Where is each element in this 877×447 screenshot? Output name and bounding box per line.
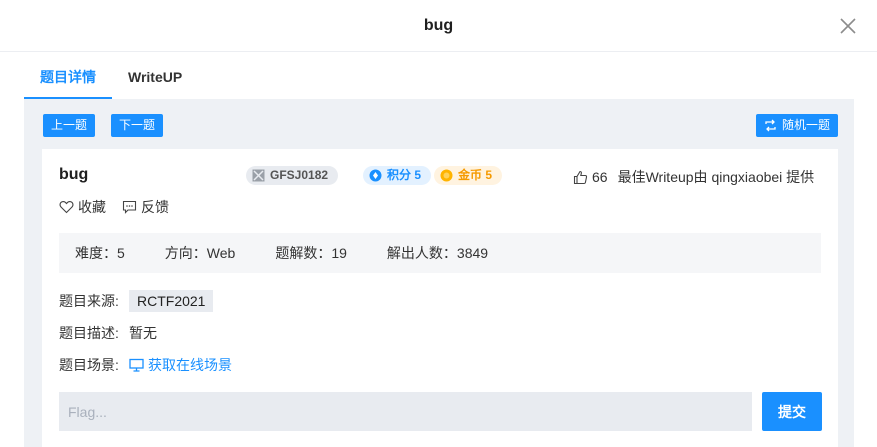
heart-icon <box>59 201 74 214</box>
source-row: 题目来源: RCTF2021 <box>59 290 214 312</box>
coins-label: 金币 5 <box>458 168 493 182</box>
writeup-credit: 最佳Writeup由 qingxiaobei 提供 <box>617 169 815 185</box>
direction-stat: 方向：Web <box>164 245 236 261</box>
tab-bar: 题目详情 WriteUP <box>24 52 212 99</box>
likes-count: 66 <box>592 169 608 185</box>
submit-button[interactable]: 提交 <box>762 392 822 431</box>
challenge-id: GFSJ0182 <box>270 168 329 182</box>
challenge-panel: 上一题 下一题 随机一题 bug GFSJ0182 积分 5 金币 5 66 最… <box>24 99 854 447</box>
writeups-stat: 题解数：19 <box>275 245 347 261</box>
dialog-header: bug <box>0 0 877 52</box>
flag-input[interactable] <box>59 392 752 431</box>
description-label: 题目描述: <box>59 325 119 341</box>
get-scene-label: 获取在线场景 <box>148 357 232 373</box>
points-icon <box>369 169 382 182</box>
tab-challenge-details[interactable]: 题目详情 <box>24 52 112 99</box>
difficulty-stat: 难度：5 <box>75 245 125 261</box>
dialog-title: bug <box>423 16 454 34</box>
coin-icon <box>440 169 453 182</box>
feedback-label: 反馈 <box>141 199 169 215</box>
solvers-stat: 解出人数：3849 <box>386 245 489 261</box>
random-challenge-button[interactable]: 随机一题 <box>755 114 838 137</box>
challenge-name: bug <box>59 166 89 183</box>
scene-label: 题目场景: <box>59 357 119 373</box>
monitor-icon <box>129 358 144 372</box>
likes-area: 66 最佳Writeup由 qingxiaobei 提供 <box>573 167 814 187</box>
random-icon <box>765 119 776 132</box>
get-scene-link[interactable]: 获取在线场景 <box>129 355 232 375</box>
source-tag: RCTF2021 <box>129 290 214 312</box>
stats-bar: 难度：5 方向：Web 题解数：19 解出人数：3849 <box>59 233 821 273</box>
random-button-label: 随机一题 <box>781 118 830 132</box>
favorite-button[interactable]: 收藏 <box>59 197 106 217</box>
source-label: 题目来源: <box>59 293 119 309</box>
points-badge: 积分 5 <box>363 166 432 185</box>
feedback-button[interactable]: 反馈 <box>122 197 169 217</box>
challenge-actions: 收藏 反馈 <box>59 197 185 217</box>
thumbs-up-icon[interactable] <box>573 170 588 185</box>
favorite-label: 收藏 <box>78 199 106 215</box>
challenge-card: bug GFSJ0182 积分 5 金币 5 66 最佳Writeup由 qin… <box>42 149 838 447</box>
feedback-icon <box>122 200 137 214</box>
next-challenge-button[interactable]: 下一题 <box>111 114 164 137</box>
points-label: 积分 5 <box>387 168 422 182</box>
challenge-id-badge: GFSJ0182 <box>246 166 339 185</box>
description-row: 题目描述: 暂无 <box>59 323 157 343</box>
tab-writeup[interactable]: WriteUP <box>128 52 182 99</box>
challenge-dialog: bug 题目详情 WriteUP 上一题 下一题 随机一题 bug GFSJ01… <box>0 0 877 447</box>
coins-badge: 金币 5 <box>434 166 503 185</box>
close-icon[interactable] <box>839 17 857 35</box>
description-value: 暂无 <box>129 325 157 341</box>
scene-row: 题目场景: 获取在线场景 <box>59 355 232 375</box>
id-icon <box>252 169 265 182</box>
prev-challenge-button[interactable]: 上一题 <box>43 114 96 137</box>
